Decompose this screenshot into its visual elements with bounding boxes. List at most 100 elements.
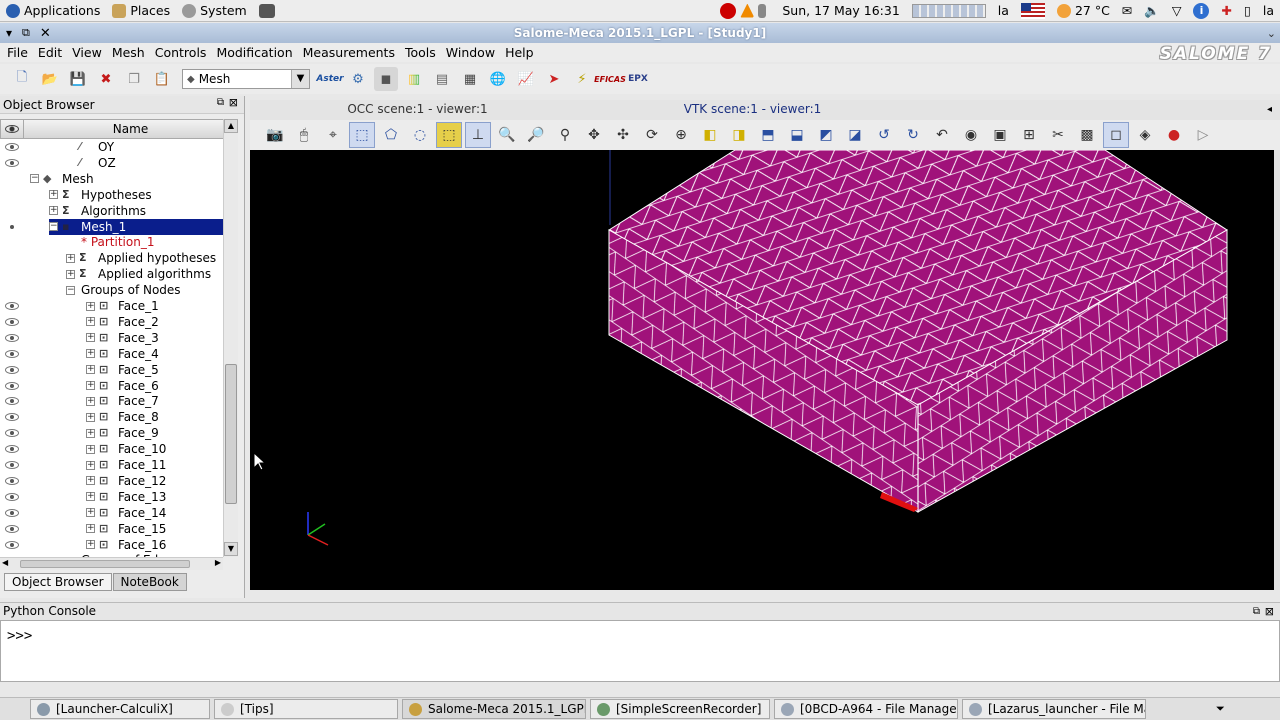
visibility-eye-icon[interactable]	[5, 365, 19, 374]
viewer-close-icon[interactable]: ◂	[1267, 104, 1272, 116]
astk-module-icon[interactable]: ⚡	[570, 67, 594, 91]
window-title-bar[interactable]: ▾ ⧉ ✕ Salome-Meca 2015.1_LGPL - [Study1]…	[0, 23, 1280, 43]
menu-tools[interactable]: Tools	[400, 45, 441, 60]
menu-measurements[interactable]: Measurements	[298, 45, 400, 60]
chevron-down-icon[interactable]: ▼	[291, 70, 309, 88]
visibility-eye-icon[interactable]	[5, 461, 19, 469]
close-console-icon[interactable]: ⊠	[1265, 603, 1274, 620]
save-icon[interactable]: 💾	[66, 67, 90, 91]
jobmanager-module-icon[interactable]: ▦	[458, 67, 482, 91]
expand-icon[interactable]: +	[86, 381, 95, 390]
expand-icon[interactable]: +	[86, 412, 95, 422]
visibility-eye-icon[interactable]	[5, 381, 19, 390]
fit-all-icon[interactable]: 🔍	[494, 122, 520, 148]
visibility-eye-icon[interactable]	[5, 413, 19, 422]
paravis-module-icon[interactable]: 🌐	[486, 67, 510, 91]
preselection-icon[interactable]: ⬚	[436, 122, 462, 148]
viewer-side-handle[interactable]	[1274, 150, 1280, 590]
expand-icon[interactable]: +	[86, 301, 95, 311]
copy-icon[interactable]: ❐	[122, 67, 146, 91]
perspective-projection-icon[interactable]: ◈	[1132, 122, 1158, 148]
expand-icon[interactable]: +	[86, 349, 95, 359]
scroll-up-icon[interactable]: ▲	[224, 119, 238, 133]
menu-window[interactable]: Window	[441, 45, 500, 60]
yacs-module-icon[interactable]: ▤	[430, 67, 454, 91]
menu-view[interactable]: View	[67, 45, 107, 60]
visibility-eye-icon[interactable]	[5, 508, 19, 517]
view-top-icon[interactable]: ⬒	[755, 122, 781, 148]
2d-3d-icon[interactable]: ◉	[958, 122, 984, 148]
scroll-left-icon[interactable]: ◀	[2, 558, 8, 567]
paste-icon[interactable]: 📋	[150, 67, 174, 91]
tree-item[interactable]: + ⊡ Face_9	[86, 425, 161, 441]
eficas-text-icon[interactable]: EFICAS	[594, 67, 626, 91]
tree-item[interactable]: + ⊡ Face_5	[86, 362, 161, 378]
info-icon[interactable]: i	[1187, 0, 1215, 22]
tree-item[interactable]: − ◆ Mesh	[30, 171, 96, 187]
taskbar-item[interactable]: [0BCD-A964 - File Manager]	[774, 699, 958, 719]
system-menu[interactable]: System	[176, 0, 253, 22]
tree-item[interactable]: + ⊡ Face_3	[86, 330, 161, 346]
update-icon[interactable]: ✚	[1215, 0, 1237, 22]
epx-module-icon[interactable]: EPX	[626, 67, 650, 91]
zoom-icon[interactable]: ⚲	[552, 122, 578, 148]
tab-object-browser[interactable]: Object Browser	[4, 573, 112, 591]
parallel-projection-icon[interactable]: ◻	[1103, 122, 1129, 148]
rotate-icon[interactable]: ⟳	[639, 122, 665, 148]
expand-icon[interactable]: +	[66, 253, 75, 263]
object-tree[interactable]: ⁄ OY ⁄ OZ − ◆ Mesh + Σ Hypotheses + Σ Algorithms − ▪ Me…	[0, 139, 223, 557]
tree-vertical-scrollbar[interactable]: ▲ ▼	[223, 119, 238, 557]
tree-item[interactable]: + ⊡ Face_2	[86, 314, 161, 330]
taskbar-item[interactable]: [Lazarus_launcher - File Ma...	[962, 699, 1146, 719]
tree-item[interactable]: + ⊡ Face_10	[86, 441, 168, 457]
collapse-icon[interactable]: −	[30, 174, 39, 184]
tree-item[interactable]: + Σ Applied algorithms	[66, 266, 213, 282]
mail-icon[interactable]: ✉	[1116, 0, 1138, 22]
vtk-viewport[interactable]	[250, 150, 1274, 590]
visibility-eye-icon[interactable]	[5, 397, 19, 406]
tree-item[interactable]: + ⊡ Face_16	[86, 537, 168, 553]
expand-icon[interactable]: +	[86, 428, 95, 438]
view-front-icon[interactable]: ◧	[697, 122, 723, 148]
flag-icon[interactable]	[1015, 0, 1051, 22]
module-combo[interactable]: ◆ Mesh ▼	[182, 69, 310, 89]
circle-selection-icon[interactable]: ◌	[407, 122, 433, 148]
visibility-eye-icon[interactable]	[5, 492, 19, 501]
tree-item[interactable]: + Σ Hypotheses	[49, 187, 154, 203]
mesh-module-icon[interactable]: ◼	[374, 67, 398, 91]
tab-occ-viewer[interactable]: OCC scene:1 - viewer:1	[250, 100, 585, 120]
name-column-header[interactable]: Name	[24, 119, 238, 139]
rotate-anticlockwise-icon[interactable]: ↺	[871, 122, 897, 148]
menu-modification[interactable]: Modification	[211, 45, 297, 60]
tree-item[interactable]: ⁄ OY	[66, 139, 116, 155]
clock[interactable]: Sun, 17 May 16:31	[776, 0, 905, 22]
float-console-icon[interactable]: ⧉	[1253, 603, 1260, 620]
expand-icon[interactable]: +	[86, 444, 95, 454]
tree-item[interactable]: + ⊡ Face_13	[86, 489, 168, 505]
pan-icon[interactable]: ✥	[581, 122, 607, 148]
menu-mesh[interactable]: Mesh	[107, 45, 150, 60]
float-dock-icon[interactable]: ⧉	[217, 97, 224, 108]
expand-icon[interactable]: +	[86, 333, 95, 343]
zooming-style-icon[interactable]: ⌖	[320, 122, 346, 148]
projection-icon[interactable]: ▩	[1074, 122, 1100, 148]
close-dock-icon[interactable]: ⊠	[229, 96, 238, 109]
taskbar-item[interactable]: Salome-Meca 2015.1_LGPL...	[402, 699, 586, 719]
visibility-eye-icon[interactable]	[5, 476, 19, 485]
expand-icon[interactable]: +	[66, 269, 75, 279]
tree-horizontal-scrollbar[interactable]: ◀ ▶	[0, 557, 223, 570]
post-pro-module-icon[interactable]: ▥	[402, 67, 426, 91]
places-menu[interactable]: Places	[106, 0, 176, 22]
expand-icon[interactable]: +	[86, 540, 95, 549]
tree-item[interactable]: ⁄ OZ	[66, 155, 118, 171]
visibility-eye-icon[interactable]	[5, 540, 19, 549]
tab-notebook[interactable]: NoteBook	[112, 573, 187, 591]
open-folder-icon[interactable]: 📂	[38, 67, 62, 91]
view-back-icon[interactable]: ◨	[726, 122, 752, 148]
network-icon[interactable]: ▽	[1166, 0, 1188, 22]
expand-icon[interactable]: +	[86, 317, 95, 327]
visibility-eye-icon[interactable]	[5, 302, 19, 310]
expand-icon[interactable]: +	[86, 524, 95, 534]
expand-icon[interactable]: +	[86, 508, 95, 518]
record-video-icon[interactable]: ●	[1161, 122, 1187, 148]
